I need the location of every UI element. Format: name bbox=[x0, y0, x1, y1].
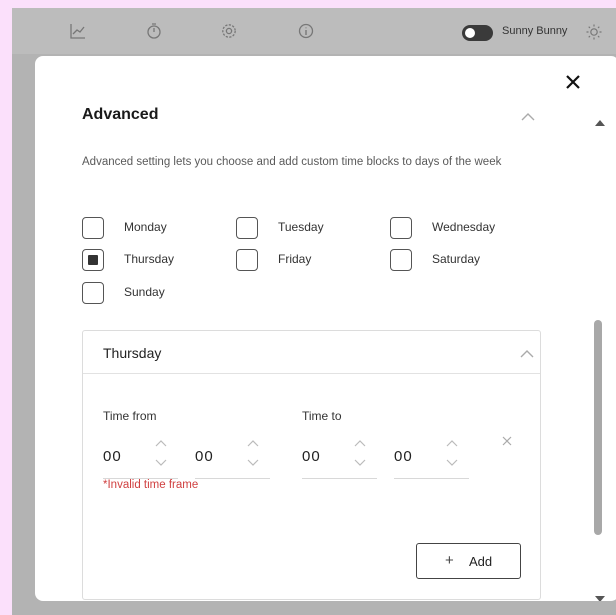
section-title: Advanced bbox=[82, 106, 159, 123]
to-hours-field[interactable]: 00 bbox=[302, 435, 377, 479]
from-minutes-value[interactable]: 00 bbox=[195, 448, 214, 465]
close-icon[interactable] bbox=[564, 73, 582, 91]
from-minutes-field[interactable]: 00 bbox=[195, 435, 270, 479]
chevron-down-icon[interactable] bbox=[446, 459, 458, 467]
settings-icon[interactable] bbox=[220, 22, 238, 40]
panel-title: Thursday bbox=[103, 345, 162, 361]
checkbox[interactable] bbox=[390, 217, 412, 239]
chevron-up-icon[interactable] bbox=[520, 112, 536, 122]
from-hours-value[interactable]: 00 bbox=[103, 448, 122, 465]
error-message: *Invalid time frame bbox=[103, 479, 199, 491]
plus-icon: + bbox=[445, 552, 454, 569]
chevron-up-icon[interactable] bbox=[446, 439, 458, 447]
day-label: Monday bbox=[124, 220, 167, 234]
add-button[interactable]: + Add bbox=[416, 543, 521, 579]
chevron-up-icon[interactable] bbox=[519, 349, 535, 359]
top-bar: Sunny Bunny bbox=[12, 8, 616, 54]
day-label: Wednesday bbox=[432, 220, 496, 234]
day-checkbox-tuesday[interactable]: Tuesday bbox=[236, 217, 376, 239]
checkbox[interactable] bbox=[236, 249, 258, 271]
day-label: Tuesday bbox=[278, 220, 324, 234]
day-checkbox-monday[interactable]: Monday bbox=[82, 217, 222, 239]
scroll-up-arrow[interactable] bbox=[595, 120, 605, 126]
theme-toggle[interactable] bbox=[462, 25, 493, 41]
time-to-label: Time to bbox=[302, 409, 342, 423]
day-checkbox-friday[interactable]: Friday bbox=[236, 249, 376, 271]
scroll-down-arrow[interactable] bbox=[595, 596, 605, 601]
day-checkbox-wednesday[interactable]: Wednesday bbox=[390, 217, 530, 239]
day-label: Friday bbox=[278, 252, 312, 266]
chevron-up-icon[interactable] bbox=[354, 439, 366, 447]
checkbox[interactable] bbox=[390, 249, 412, 271]
remove-time-block-icon[interactable] bbox=[502, 436, 512, 446]
chevron-up-icon[interactable] bbox=[155, 439, 167, 447]
chart-icon[interactable] bbox=[69, 22, 87, 40]
from-hours-field[interactable]: 00 bbox=[103, 435, 178, 479]
advanced-settings-modal: Advanced Advanced setting lets you choos… bbox=[35, 56, 616, 601]
checkbox[interactable] bbox=[82, 217, 104, 239]
chevron-up-icon[interactable] bbox=[247, 439, 259, 447]
app-frame: Sunny Bunny Advanced Advanced setting le… bbox=[12, 8, 616, 615]
section-description: Advanced setting lets you choose and add… bbox=[82, 156, 502, 168]
time-from-label: Time from bbox=[103, 409, 157, 423]
day-checkbox-saturday[interactable]: Saturday bbox=[390, 249, 530, 271]
to-minutes-value[interactable]: 00 bbox=[394, 448, 413, 465]
sun-icon[interactable] bbox=[585, 23, 603, 41]
day-label: Thursday bbox=[124, 252, 175, 266]
checkbox[interactable] bbox=[82, 282, 104, 304]
scrollbar-thumb[interactable] bbox=[594, 320, 602, 535]
theme-label: Sunny Bunny bbox=[502, 25, 568, 37]
checkbox-checked-mark bbox=[88, 255, 98, 265]
info-icon[interactable] bbox=[297, 22, 315, 40]
stopwatch-icon[interactable] bbox=[145, 22, 163, 40]
chevron-down-icon[interactable] bbox=[155, 459, 167, 467]
to-minutes-field[interactable]: 00 bbox=[394, 435, 469, 479]
day-label: Saturday bbox=[432, 252, 481, 266]
chevron-down-icon[interactable] bbox=[247, 459, 259, 467]
day-label: Sunday bbox=[124, 285, 165, 299]
checkbox[interactable] bbox=[82, 249, 104, 271]
add-button-label: Add bbox=[469, 554, 493, 569]
to-hours-value[interactable]: 00 bbox=[302, 448, 321, 465]
toggle-knob bbox=[465, 28, 475, 38]
day-time-block-panel: Thursday Time from Time to 00 00 00 00 *… bbox=[82, 330, 541, 600]
day-checkbox-thursday[interactable]: Thursday bbox=[82, 249, 222, 271]
panel-header[interactable]: Thursday bbox=[83, 331, 540, 374]
checkbox[interactable] bbox=[236, 217, 258, 239]
day-checkbox-sunday[interactable]: Sunday bbox=[82, 282, 222, 304]
chevron-down-icon[interactable] bbox=[354, 459, 366, 467]
